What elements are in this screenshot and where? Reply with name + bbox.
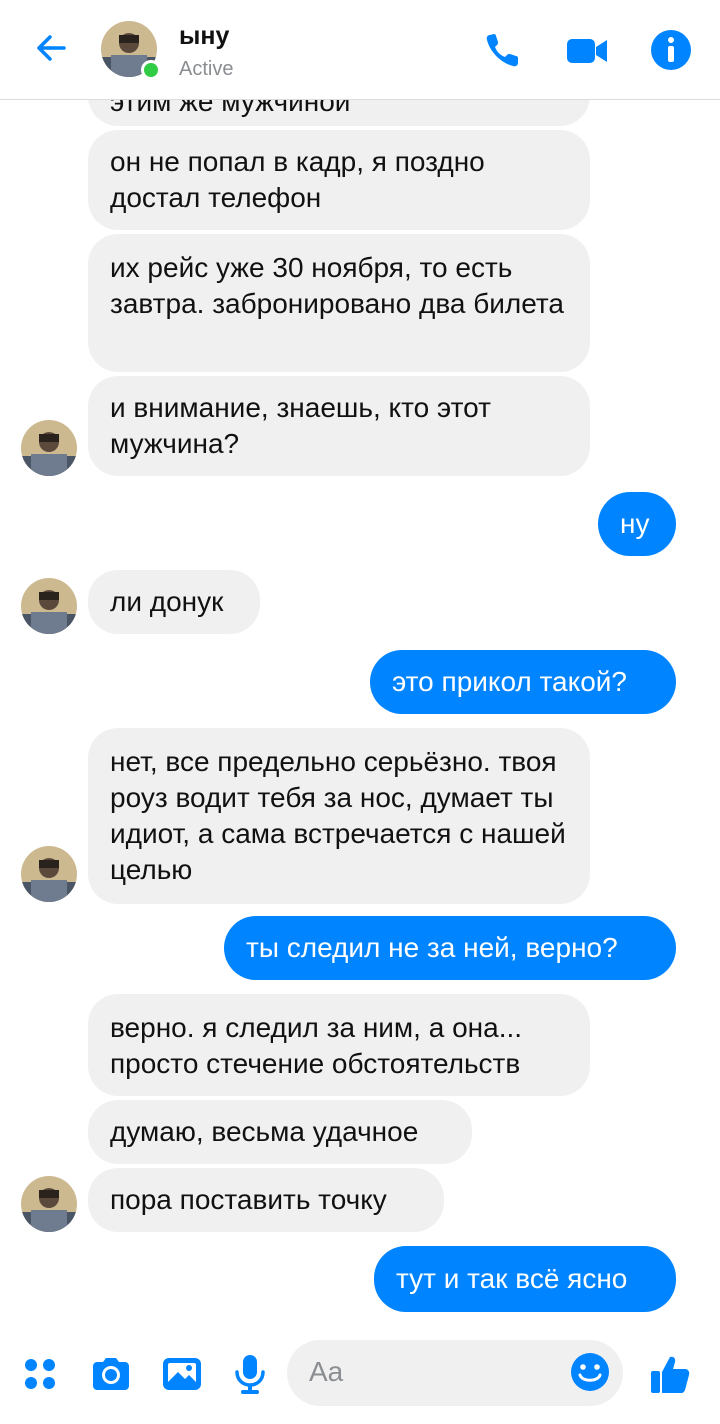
contact-avatar[interactable] — [21, 420, 77, 476]
microphone-icon — [235, 1355, 265, 1394]
four-dots-icon — [25, 1359, 55, 1389]
contact-avatar[interactable] — [21, 846, 77, 902]
message-incoming[interactable]: он не попал в кадр, я поздно достал теле… — [88, 130, 590, 230]
smiley-icon — [571, 1353, 609, 1391]
video-camera-icon — [567, 39, 607, 63]
message-outgoing[interactable]: тут и так всё ясно — [374, 1246, 676, 1312]
message-incoming[interactable]: пора поставить точку — [88, 1168, 444, 1232]
message-incoming[interactable]: нет, все предельно серьёзно. твоя роуз в… — [88, 728, 590, 904]
chat-header: ыну Active — [0, 0, 720, 100]
emoji-button[interactable] — [569, 1351, 611, 1393]
avatar-image — [21, 846, 77, 902]
message-incoming[interactable]: ли донук — [88, 570, 260, 634]
message-outgoing[interactable]: ты следил не за ней, верно? — [224, 916, 676, 980]
message-incoming[interactable]: их рейс уже 30 ноября, то есть завтра. з… — [88, 234, 590, 372]
video-call-button[interactable] — [565, 28, 609, 72]
contact-name[interactable]: ыну — [179, 22, 229, 51]
online-indicator — [141, 60, 161, 80]
info-icon — [651, 30, 691, 70]
avatar-image — [21, 578, 77, 634]
message-outgoing[interactable]: ну — [598, 492, 676, 556]
camera-button[interactable] — [89, 1352, 133, 1396]
camera-icon — [93, 1358, 129, 1390]
contact-avatar[interactable] — [21, 578, 77, 634]
image-icon — [163, 1358, 201, 1390]
message-incoming[interactable]: верно. я следил за ним, а она... просто … — [88, 994, 590, 1096]
message-incoming[interactable]: думаю, весьма удачное — [88, 1100, 472, 1164]
message-outgoing[interactable]: это прикол такой? — [370, 650, 676, 714]
message-list[interactable]: этим же мужчиной он не попал в кадр, я п… — [0, 0, 720, 1330]
contact-avatar[interactable] — [21, 1176, 77, 1232]
more-actions-button[interactable] — [18, 1352, 62, 1396]
avatar-image — [21, 420, 77, 476]
arrow-left-icon — [37, 35, 66, 61]
avatar-image — [21, 1176, 77, 1232]
contact-status: Active — [179, 58, 234, 80]
message-input-placeholder: Aa — [309, 1356, 344, 1387]
message-incoming[interactable]: и внимание, знаешь, кто этот мужчина? — [88, 376, 590, 476]
gallery-button[interactable] — [160, 1352, 204, 1396]
message-input[interactable]: Aa — [287, 1340, 623, 1406]
call-button[interactable] — [481, 28, 525, 72]
thumbs-up-icon — [651, 1356, 690, 1393]
voice-message-button[interactable] — [228, 1352, 272, 1396]
phone-icon — [486, 34, 518, 67]
like-button[interactable] — [648, 1352, 692, 1396]
back-button[interactable] — [30, 26, 74, 70]
info-button[interactable] — [649, 28, 693, 72]
